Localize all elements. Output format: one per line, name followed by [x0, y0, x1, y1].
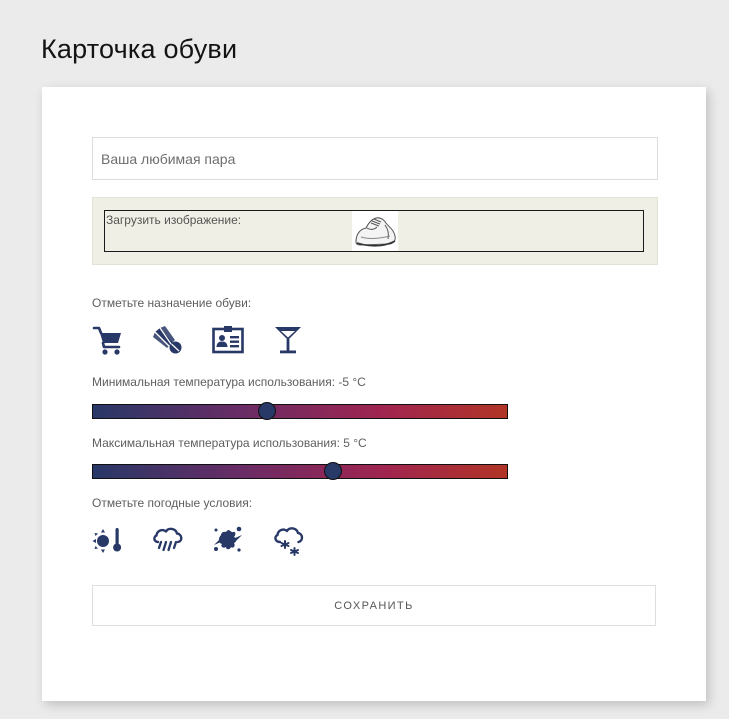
snow-cloud-icon[interactable] — [272, 524, 304, 556]
max-temp-label: Максимальная температура использования: … — [92, 436, 367, 450]
shoe-image-thumbnail — [352, 211, 398, 251]
purpose-label: Отметьте назначение обуви: — [92, 296, 252, 310]
purpose-icon-row — [92, 324, 312, 356]
shoe-name-input[interactable] — [92, 137, 658, 180]
shuttlecock-icon[interactable] — [152, 324, 184, 356]
min-temp-slider[interactable] — [92, 402, 508, 420]
sun-thermometer-icon[interactable] — [92, 524, 124, 556]
upload-label: Загрузить изображение: — [106, 213, 242, 227]
splash-icon[interactable] — [212, 524, 244, 556]
cart-icon[interactable] — [92, 324, 124, 356]
max-temp-slider[interactable] — [92, 462, 508, 480]
weather-icon-row — [92, 524, 312, 556]
page-title: Карточка обуви — [41, 34, 238, 64]
image-upload-zone: Загрузить изображение: — [92, 197, 658, 265]
min-temp-label: Минимальная температура использования: -… — [92, 375, 366, 389]
id-card-icon[interactable] — [212, 324, 244, 356]
image-upload-button[interactable]: Загрузить изображение: — [104, 210, 644, 252]
save-button[interactable]: СОХРАНИТЬ — [92, 585, 656, 626]
cocktail-glass-icon[interactable] — [272, 324, 304, 356]
min-temp-slider-thumb[interactable] — [257, 402, 276, 420]
shoe-card-form: Загрузить изображение: Отметьте назначен… — [42, 87, 706, 701]
max-temp-slider-thumb[interactable] — [324, 462, 343, 480]
weather-label: Отметьте погодные условия: — [92, 496, 253, 510]
rain-cloud-icon[interactable] — [152, 524, 184, 556]
